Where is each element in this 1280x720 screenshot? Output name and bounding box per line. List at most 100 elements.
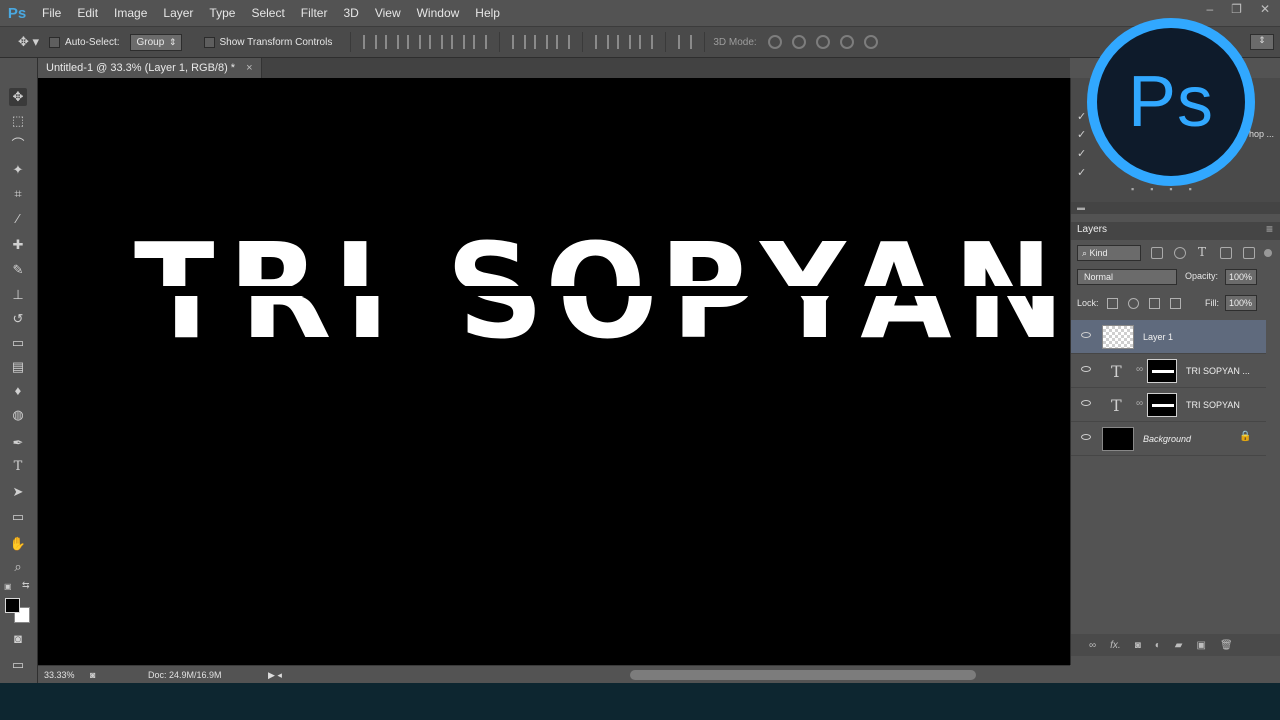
align-vcenter-icon[interactable] (385, 35, 400, 49)
align-hcenter-icon[interactable] (451, 35, 466, 49)
transform-controls-checkbox[interactable] (203, 36, 215, 48)
adjustment-filter-icon[interactable] (1174, 247, 1186, 259)
link-layers-icon[interactable]: ∞ (1089, 640, 1096, 651)
menu-select[interactable]: Select (243, 0, 292, 26)
pen-tool-icon[interactable]: ✒ (9, 434, 27, 452)
path-selection-tool-icon[interactable]: ➤ (9, 483, 27, 501)
distribute-left-icon[interactable] (595, 35, 610, 49)
layer-row-layer-1[interactable]: Layer 1 (1071, 320, 1266, 354)
opacity-input[interactable]: 100% (1225, 269, 1257, 285)
align-bottom-icon[interactable] (407, 35, 422, 49)
layer-mask-thumbnail[interactable] (1147, 393, 1177, 417)
type-filter-icon[interactable]: T (1198, 245, 1206, 259)
zoom-tool-icon[interactable]: ⌕ (9, 558, 27, 576)
dodge-tool-icon[interactable]: ◍ (9, 406, 27, 424)
crop-tool-icon[interactable]: ⌗ (9, 185, 27, 203)
gradient-tool-icon[interactable]: ▤ (9, 358, 27, 376)
status-info-icon[interactable]: ◙ (90, 666, 95, 684)
add-mask-icon[interactable]: ◙ (1135, 640, 1141, 651)
magic-wand-tool-icon[interactable]: ✦ (9, 161, 27, 179)
status-menu-arrow-icon[interactable]: ▶ ◂ (268, 666, 282, 684)
menu-window[interactable]: Window (409, 0, 468, 26)
align-top-icon[interactable] (363, 35, 378, 49)
clone-stamp-tool-icon[interactable]: ⊥ (9, 286, 27, 304)
auto-align-icon[interactable] (678, 35, 693, 49)
align-left-icon[interactable] (429, 35, 444, 49)
3d-slide-icon[interactable] (839, 35, 854, 49)
history-check-icon[interactable]: ✓ (1077, 128, 1089, 141)
new-group-icon[interactable]: ▰ (1175, 640, 1183, 651)
shape-filter-icon[interactable] (1220, 247, 1232, 259)
lock-position-icon[interactable] (1149, 298, 1160, 309)
menu-edit[interactable]: Edit (69, 0, 106, 26)
menu-view[interactable]: View (367, 0, 409, 26)
close-tab-icon[interactable]: × (246, 62, 252, 74)
layer-name[interactable]: TRI SOPYAN (1186, 400, 1240, 410)
link-icon[interactable]: ∞ (1136, 364, 1143, 375)
eyedropper-tool-icon[interactable]: ⁄ (9, 210, 27, 228)
link-icon[interactable]: ∞ (1136, 398, 1143, 409)
menu-help[interactable]: Help (467, 0, 508, 26)
restore-icon[interactable]: ❐ (1231, 0, 1242, 18)
swap-colors-icon[interactable]: ⇆ (22, 580, 30, 591)
distribute-bottom-icon[interactable] (556, 35, 571, 49)
menu-file[interactable]: File (34, 0, 69, 26)
pixel-filter-icon[interactable] (1151, 247, 1163, 259)
history-item-label[interactable]: hop ... (1249, 129, 1274, 139)
move-tool-icon[interactable]: ✥ ▾ (18, 34, 39, 50)
healing-brush-tool-icon[interactable]: ✚ (9, 236, 27, 254)
3d-drag-icon[interactable] (815, 35, 830, 49)
default-colors-icon[interactable]: ▣ (4, 582, 12, 591)
lock-all-icon[interactable] (1170, 298, 1181, 309)
history-brush-tool-icon[interactable]: ↺ (9, 310, 27, 328)
delete-layer-icon[interactable]: 🗑 (1220, 640, 1233, 651)
layer-mask-thumbnail[interactable] (1147, 359, 1177, 383)
adjustment-layer-icon[interactable]: ◐ (1155, 640, 1161, 651)
filter-toggle-icon[interactable] (1264, 249, 1272, 257)
distribute-top-icon[interactable] (512, 35, 527, 49)
visibility-eye-icon[interactable] (1081, 366, 1091, 372)
blur-tool-icon[interactable]: ♦ (9, 382, 27, 400)
menu-layer[interactable]: Layer (155, 0, 201, 26)
fill-input[interactable]: 100% (1225, 295, 1257, 311)
visibility-eye-icon[interactable] (1081, 332, 1091, 338)
lock-image-icon[interactable] (1128, 298, 1139, 309)
close-icon[interactable]: ✕ (1260, 0, 1270, 18)
menu-type[interactable]: Type (201, 0, 243, 26)
auto-select-dropdown[interactable]: Group (129, 33, 182, 51)
visibility-eye-icon[interactable] (1081, 400, 1091, 406)
3d-roll-icon[interactable] (791, 35, 806, 49)
panel-tabs-strip[interactable]: ▬ (1071, 202, 1280, 214)
smart-object-filter-icon[interactable] (1243, 247, 1255, 259)
eraser-tool-icon[interactable]: ▭ (9, 334, 27, 352)
layer-row-text[interactable]: T ∞ TRI SOPYAN (1071, 388, 1266, 422)
menu-3d[interactable]: 3D (335, 0, 366, 26)
3d-scale-icon[interactable] (863, 35, 878, 49)
layer-row-text-copy[interactable]: T ∞ TRI SOPYAN ... (1071, 354, 1266, 388)
document-canvas[interactable]: TRI SOPYAN TRI SOPYAN (38, 78, 1070, 665)
document-tab[interactable]: Untitled-1 @ 33.3% (Layer 1, RGB/8) * × (38, 58, 262, 78)
fx-icon[interactable]: fx. (1110, 640, 1121, 651)
layer-name[interactable]: Background (1143, 434, 1191, 444)
layer-name[interactable]: TRI SOPYAN ... (1186, 366, 1250, 376)
history-check-icon[interactable]: ✓ (1077, 166, 1089, 179)
zoom-level[interactable]: 33.33% (44, 666, 75, 684)
layer-name[interactable]: Layer 1 (1143, 332, 1173, 342)
channels-tab[interactable]: ▬ (1077, 202, 1085, 214)
hand-tool-icon[interactable]: ✋ (9, 535, 27, 553)
kind-filter-dropdown[interactable]: ⌕ Kind (1077, 245, 1141, 261)
layer-row-background[interactable]: Background 🔒 (1071, 422, 1266, 456)
align-right-icon[interactable] (473, 35, 488, 49)
lasso-tool-icon[interactable]: ⌒ (9, 136, 27, 154)
distribute-hcenter-icon[interactable] (617, 35, 632, 49)
history-check-icon[interactable]: ✓ (1077, 147, 1089, 160)
new-layer-icon[interactable]: ▣ (1197, 640, 1206, 651)
minimize-icon[interactable]: – (1206, 0, 1213, 18)
auto-select-checkbox[interactable] (49, 36, 61, 48)
marquee-tool-icon[interactable]: ⬚ (9, 112, 27, 130)
rectangle-tool-icon[interactable]: ▭ (9, 508, 27, 526)
horizontal-scrollbar[interactable] (630, 670, 976, 680)
blend-mode-dropdown[interactable]: Normal (1077, 269, 1177, 285)
workspace-dropdown[interactable]: ⇕ (1250, 34, 1274, 50)
distribute-vcenter-icon[interactable] (534, 35, 549, 49)
